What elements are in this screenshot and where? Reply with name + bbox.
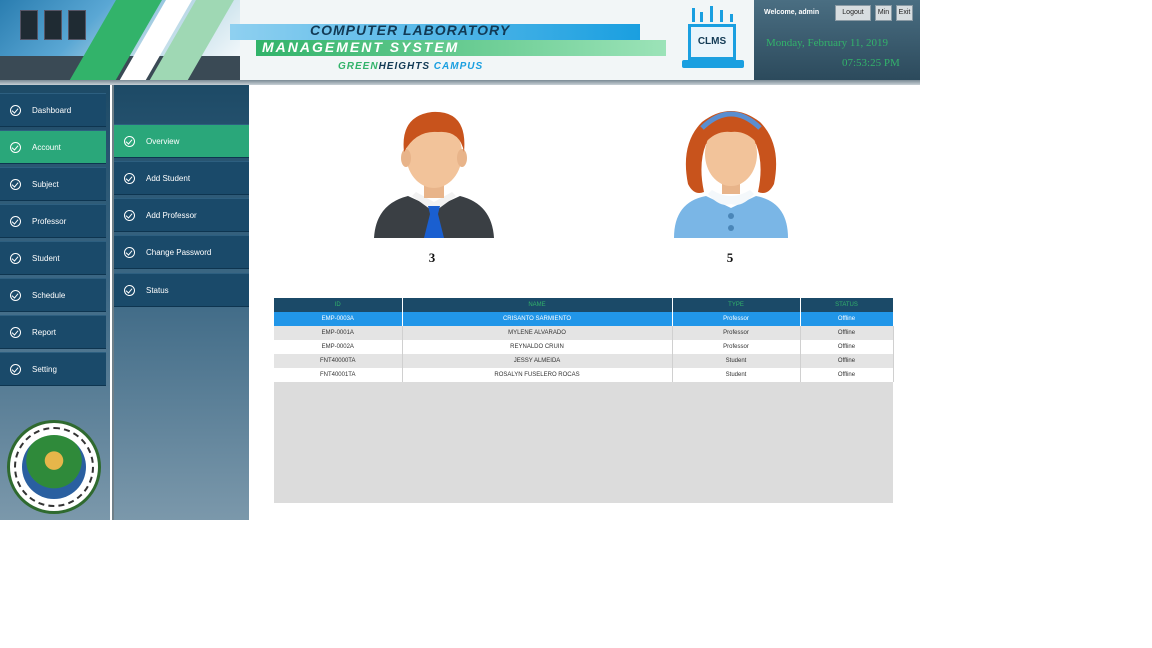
cell-type: Student: [672, 368, 801, 382]
subnav-item-status[interactable]: Status: [114, 273, 250, 307]
account-subnav: Overview Add Student Add Professor Chang…: [112, 85, 250, 520]
sidebar-item-dashboard[interactable]: Dashboard: [0, 93, 106, 127]
student-count: 5: [726, 250, 734, 265]
column-header-name[interactable]: NAME: [402, 298, 673, 312]
cell-name: MYLENE ALVARADO: [402, 326, 673, 340]
check-circle-icon: [10, 363, 21, 375]
school-seal-logo: [7, 420, 101, 514]
sidebar-item-label: Subject: [32, 179, 59, 189]
subnav-item-label: Status: [146, 285, 169, 295]
cell-name: JESSY ALMEIDA: [402, 354, 673, 368]
logout-button[interactable]: Logout: [835, 5, 871, 21]
header-banner: COMPUTER LABORATORY MANAGEMENT SYSTEM GR…: [0, 0, 920, 80]
banner-lab-photo: [0, 0, 240, 80]
column-header-type[interactable]: TYPE: [672, 298, 801, 312]
app-title-line2: MANAGEMENT SYSTEM: [262, 39, 460, 55]
sidebar-item-subject[interactable]: Subject: [0, 167, 106, 201]
table-row[interactable]: EMP-0002A REYNALDO CRUIN Professor Offli…: [274, 340, 894, 354]
cell-name: ROSALYN FUSELERO ROCAS: [402, 368, 673, 382]
check-circle-icon: [10, 215, 21, 227]
sidebar-item-schedule[interactable]: Schedule: [0, 278, 106, 312]
subnav-item-change-password[interactable]: Change Password: [114, 235, 250, 269]
sidebar-item-account[interactable]: Account: [0, 130, 106, 164]
campus-subtitle: GREENHEIGHTS CAMPUS: [338, 61, 483, 72]
check-circle-icon: [124, 246, 135, 258]
cell-name: CRISANTO SARMIENTO: [402, 312, 673, 326]
minimize-button[interactable]: Min: [875, 5, 892, 21]
subnav-item-label: Add Professor: [146, 210, 197, 220]
sidebar-item-label: Setting: [32, 364, 57, 374]
sidebar-item-label: Dashboard: [32, 105, 72, 115]
cell-type: Professor: [672, 340, 801, 354]
subnav-item-add-student[interactable]: Add Student: [114, 161, 250, 195]
sidebar-item-label: Report: [32, 327, 57, 337]
check-circle-icon: [124, 209, 135, 221]
clms-logo: CLMS: [678, 6, 748, 74]
sidebar-item-setting[interactable]: Setting: [0, 352, 106, 386]
sidebar-item-student[interactable]: Student: [0, 241, 106, 275]
column-header-status[interactable]: STATUS: [800, 298, 894, 312]
sidebar-item-label: Professor: [32, 216, 67, 226]
cell-id: FNT40001TA: [274, 368, 403, 382]
subnav-item-add-professor[interactable]: Add Professor: [114, 198, 250, 232]
cell-type: Student: [672, 354, 801, 368]
check-circle-icon: [10, 104, 21, 116]
check-circle-icon: [10, 141, 21, 153]
cell-id: EMP-0003A: [274, 312, 403, 326]
check-circle-icon: [10, 289, 21, 301]
campus-part-heights: HEIGHTS: [378, 61, 431, 72]
sidebar-item-professor[interactable]: Professor: [0, 204, 106, 238]
cell-status: Offline: [800, 340, 894, 354]
table-row[interactable]: EMP-0001A MYLENE ALVARADO Professor Offl…: [274, 326, 894, 340]
check-circle-icon: [124, 284, 135, 296]
cell-status: Offline: [800, 354, 894, 368]
check-circle-icon: [10, 326, 21, 338]
cell-id: EMP-0001A: [274, 326, 403, 340]
sidebar-item-label: Account: [32, 142, 61, 152]
table-row[interactable]: EMP-0003A CRISANTO SARMIENTO Professor O…: [274, 312, 894, 326]
table-row[interactable]: FNT40001TA ROSALYN FUSELERO ROCAS Studen…: [274, 368, 894, 382]
sidebar-item-label: Schedule: [32, 290, 66, 300]
current-date: Monday, February 11, 2019: [766, 37, 888, 49]
app-title-line1: COMPUTER LABORATORY: [310, 22, 511, 38]
check-circle-icon: [124, 172, 135, 184]
current-time: 07:53:25 PM: [842, 57, 900, 69]
subnav-item-label: Change Password: [146, 247, 212, 257]
professor-avatar-icon: [374, 111, 494, 238]
app-window: COMPUTER LABORATORY MANAGEMENT SYSTEM GR…: [0, 0, 920, 520]
cell-id: FNT40000TA: [274, 354, 403, 368]
check-circle-icon: [10, 252, 21, 264]
professor-count: 3: [428, 250, 436, 265]
check-circle-icon: [10, 178, 21, 190]
campus-part-campus: CAMPUS: [430, 61, 484, 72]
cell-status: Offline: [800, 326, 894, 340]
check-circle-icon: [124, 135, 135, 147]
accounts-table: ID NAME TYPE STATUS EMP-0003A CRISANTO S…: [274, 298, 894, 503]
subnav-item-label: Overview: [146, 136, 180, 146]
table-row[interactable]: FNT40000TA JESSY ALMEIDA Student Offline: [274, 354, 894, 368]
cell-status: Offline: [800, 368, 894, 382]
sidebar-item-report[interactable]: Report: [0, 315, 106, 349]
exit-button[interactable]: Exit: [896, 5, 913, 21]
clms-logo-text: CLMS: [688, 24, 736, 60]
table-header-row: ID NAME TYPE STATUS: [274, 298, 894, 312]
subnav-item-overview[interactable]: Overview: [114, 124, 250, 158]
cell-status: Offline: [800, 312, 894, 326]
welcome-text: Welcome, admin: [764, 9, 820, 16]
sidebar-item-label: Student: [32, 253, 60, 263]
cell-id: EMP-0002A: [274, 340, 403, 354]
cell-type: Professor: [672, 312, 801, 326]
student-avatar-icon: [674, 111, 788, 238]
main-sidebar: Dashboard Account Subject Professor Stud…: [0, 85, 110, 520]
header-user-panel: Welcome, admin Logout Min Exit Monday, F…: [754, 0, 920, 80]
campus-part-green: GREEN: [338, 61, 379, 72]
cell-name: REYNALDO CRUIN: [402, 340, 673, 354]
column-header-id[interactable]: ID: [274, 298, 403, 312]
subnav-item-label: Add Student: [146, 173, 191, 183]
cell-type: Professor: [672, 326, 801, 340]
